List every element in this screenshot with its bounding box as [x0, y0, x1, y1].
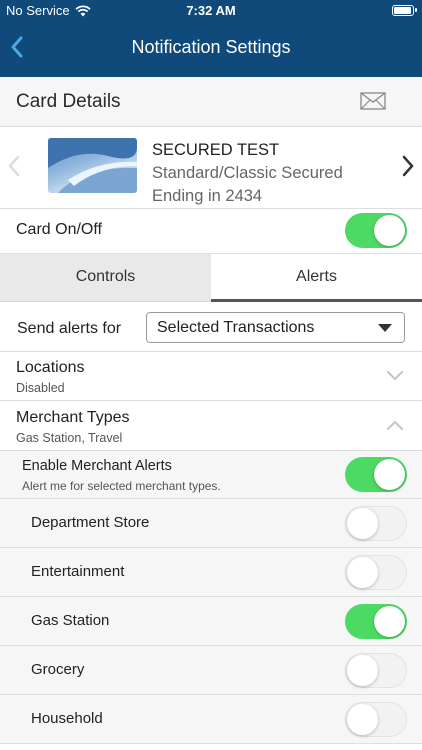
caret-down-icon [378, 324, 392, 332]
tab-controls[interactable]: Controls [0, 254, 211, 302]
merchant-item-label: Gas Station [31, 612, 110, 629]
tab-alerts[interactable]: Alerts [211, 254, 422, 302]
card-details-label: Card Details [16, 91, 121, 112]
merchant-item-household: Household [0, 695, 422, 744]
battery-icon [392, 5, 417, 16]
chevron-down-icon [387, 371, 403, 381]
department-store-toggle[interactable] [345, 506, 407, 541]
merchant-item-label: Household [31, 710, 103, 727]
tab-bar: Controls Alerts [0, 254, 422, 302]
toggle-knob [347, 655, 378, 686]
merchant-item-gas-station: Gas Station [0, 597, 422, 646]
toggle-knob [347, 508, 378, 539]
locations-subtitle: Disabled [16, 381, 65, 395]
card-selector: SECURED TEST Standard/Classic Secured En… [0, 127, 422, 209]
card-name: SECURED TEST [152, 141, 280, 159]
toggle-knob [374, 459, 405, 490]
card-type: Standard/Classic Secured [152, 164, 343, 182]
send-alerts-value: Selected Transactions [157, 319, 315, 336]
merchant-item-label: Entertainment [31, 563, 125, 580]
status-time: 7:32 AM [186, 3, 236, 18]
send-alerts-select[interactable]: Selected Transactions [146, 312, 405, 343]
merchant-item-label: Department Store [31, 514, 150, 531]
page-title: Notification Settings [131, 37, 291, 57]
chevron-left-icon [8, 155, 20, 177]
battery-fill [394, 7, 411, 14]
merchant-types-title: Merchant Types [16, 409, 130, 426]
merchant-item-label: Grocery [31, 661, 85, 678]
card-art [48, 138, 137, 193]
toggle-knob [347, 704, 378, 735]
toggle-knob [374, 606, 405, 637]
enable-merchant-alerts-toggle[interactable] [345, 457, 407, 492]
card-on-off-toggle[interactable] [345, 213, 407, 248]
nav-bar: Notification Settings [0, 22, 422, 77]
gas-station-toggle[interactable] [345, 604, 407, 639]
locations-row[interactable]: Locations Disabled [0, 352, 422, 401]
chevron-right-icon[interactable] [400, 153, 416, 179]
grocery-toggle[interactable] [345, 653, 407, 688]
send-alerts-label: Send alerts for [17, 320, 122, 337]
household-toggle[interactable] [345, 702, 407, 737]
entertainment-toggle[interactable] [345, 555, 407, 590]
card-on-off-label: Card On/Off [16, 221, 102, 238]
toggle-knob [347, 557, 378, 588]
merchant-types-row[interactable]: Merchant Types Gas Station, Travel [0, 401, 422, 451]
card-ending: Ending in 2434 [152, 187, 263, 205]
merchant-item-grocery: Grocery [0, 646, 422, 695]
enable-merchant-alerts-row: Enable Merchant Alerts Alert me for sele… [0, 451, 422, 499]
locations-title: Locations [16, 359, 85, 376]
card-on-off-row: Card On/Off [0, 209, 422, 254]
mail-icon[interactable] [360, 90, 386, 112]
card-details-header: Card Details [0, 77, 422, 127]
merchant-types-subtitle: Gas Station, Travel [16, 431, 123, 445]
card-image [48, 138, 137, 193]
enable-merchant-alerts-subtitle: Alert me for selected merchant types. [22, 479, 221, 493]
toggle-knob [374, 215, 405, 246]
merchant-item-department-store: Department Store [0, 499, 422, 548]
card-info: SECURED TEST Standard/Classic Secured En… [152, 139, 343, 208]
merchant-item-entertainment: Entertainment [0, 548, 422, 597]
status-bar: No Service 7:32 AM [0, 0, 422, 22]
enable-merchant-alerts-title: Enable Merchant Alerts [22, 458, 172, 474]
chevron-up-icon [387, 420, 403, 430]
